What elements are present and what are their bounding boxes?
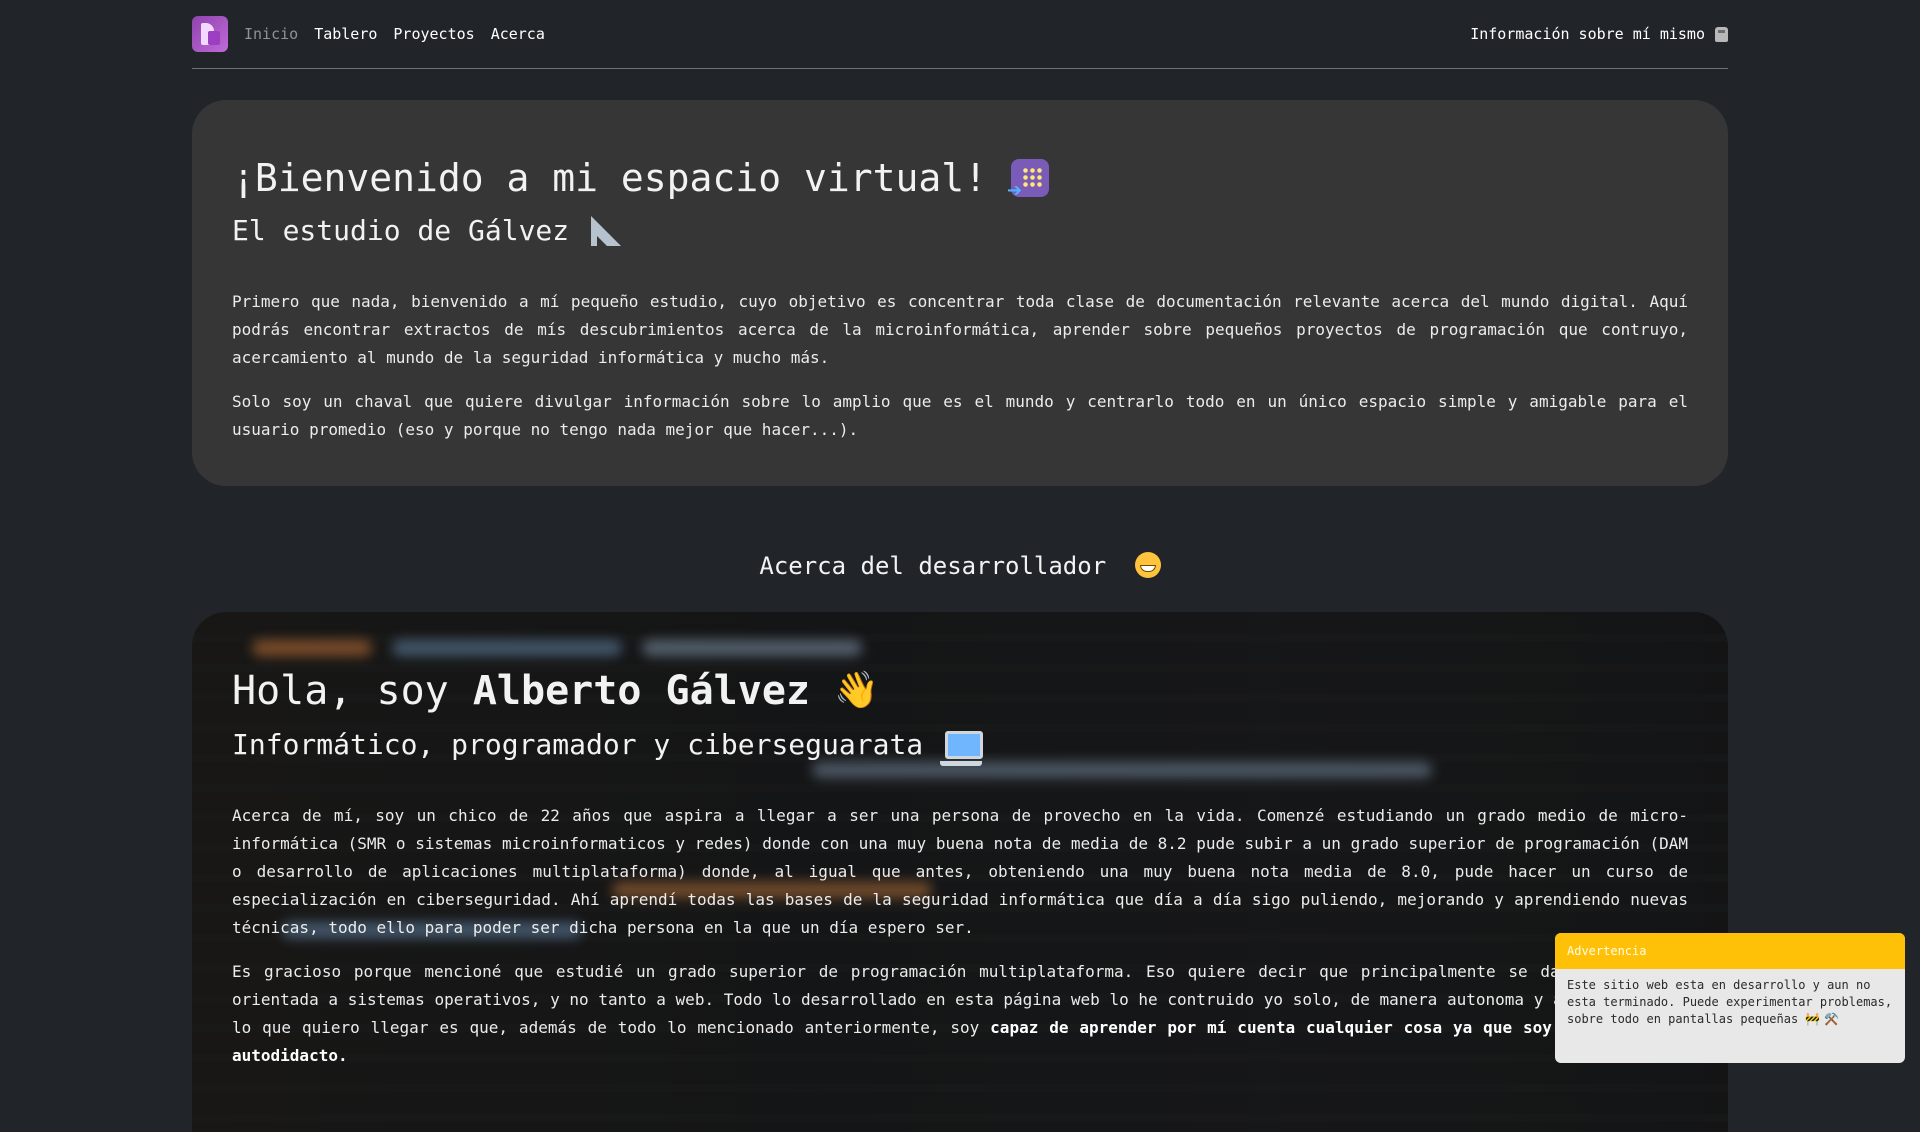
welcome-subtitle: El estudio de Gálvez — [232, 210, 1688, 252]
about-me-link[interactable]: Información sobre mí mismo — [1470, 0, 1728, 68]
construction-tools-icon: 🚧 ⚒️ — [1805, 1012, 1840, 1026]
nav-links: Inicio Tablero Proyectos Acerca — [244, 25, 545, 43]
author-name: Alberto Gálvez — [472, 668, 810, 714]
welcome-paragraph-2: Solo soy un chaval que quiere divulgar i… — [232, 392, 1688, 439]
about-greeting: Hola, soy Alberto Gálvez 👋 — [232, 664, 1688, 718]
warning-toast-message: Este sitio web esta en desarrollo y aun … — [1567, 978, 1893, 1026]
site-logo[interactable] — [192, 16, 228, 52]
background-code-blur — [392, 640, 622, 656]
warning-toast-title: Advertencia — [1555, 933, 1905, 969]
app-grid-icon — [1007, 159, 1049, 217]
about-card: Hola, soy Alberto Gálvez 👋 Informático, … — [192, 612, 1728, 1132]
about-me-label: Información sobre mí mismo — [1470, 25, 1705, 43]
about-subtitle-text: Informático, programador y ciberseguarat… — [232, 728, 924, 761]
nav-link-inicio[interactable]: Inicio — [244, 25, 298, 43]
about-greeting-line: Hola, soy Alberto Gálvez — [232, 664, 810, 718]
welcome-subtitle-text: El estudio de Gálvez — [232, 214, 570, 247]
triangular-ruler-icon — [591, 216, 622, 246]
about-paragraph-1: Acerca de mí, soy un chico de 22 años qu… — [232, 806, 1688, 937]
nav-link-proyectos[interactable]: Proyectos — [393, 25, 474, 43]
welcome-paragraph-1: Primero que nada, bienvenido a mí pequeñ… — [232, 292, 1688, 367]
background-code-blur — [252, 640, 372, 656]
welcome-card: ¡Bienvenido a mi espacio virtual! El est… — [192, 100, 1728, 486]
about-content: Hola, soy Alberto Gálvez 👋 Informático, … — [232, 664, 1688, 1070]
warning-toast[interactable]: Advertencia Este sitio web esta en desar… — [1555, 933, 1905, 1063]
about-subtitle: Informático, programador y ciberseguarat… — [232, 724, 1688, 766]
laptop-icon — [940, 731, 984, 766]
nav-link-acerca[interactable]: Acerca — [491, 25, 545, 43]
background-code-blur — [642, 640, 862, 656]
welcome-title-text: ¡Bienvenido a mi espacio virtual! — [232, 156, 987, 200]
about-section-title: Acerca del desarrollador — [192, 548, 1728, 584]
welcome-title: ¡Bienvenido a mi espacio virtual! — [232, 152, 1688, 217]
warning-toast-body: Este sitio web esta en desarrollo y aun … — [1555, 969, 1905, 1028]
disk-icon — [1715, 26, 1728, 42]
waving-hand-icon: 👋 — [834, 670, 879, 711]
nav-link-tablero[interactable]: Tablero — [314, 25, 377, 43]
about-section-title-text: Acerca del desarrollador — [759, 552, 1107, 580]
grinning-face-icon — [1134, 552, 1161, 578]
greeting-text: Hola, soy — [232, 668, 449, 714]
navbar: Inicio Tablero Proyectos Acerca Informac… — [192, 0, 1728, 69]
page-container: Inicio Tablero Proyectos Acerca Informac… — [192, 0, 1728, 1132]
about-paragraph-2: Es gracioso porque mencioné que estudié … — [232, 958, 1688, 1070]
